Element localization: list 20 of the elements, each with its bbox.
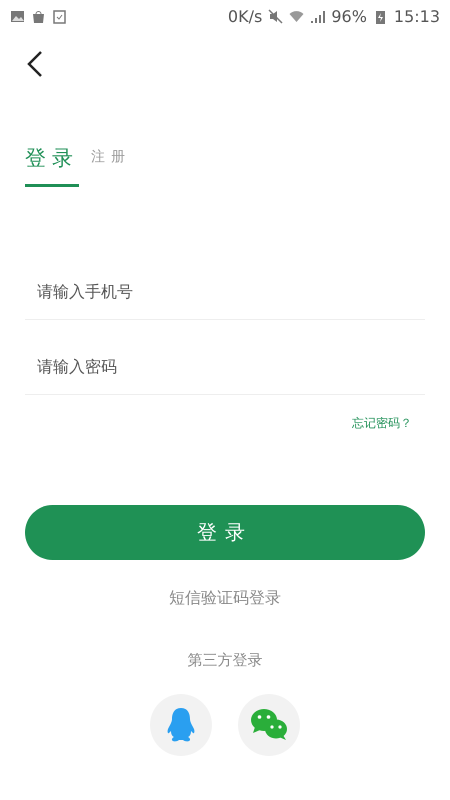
third-party-label: 第三方登录 (188, 651, 262, 670)
forgot-password-link[interactable]: 忘记密码？ (352, 415, 412, 432)
password-field[interactable]: 请输入密码 (25, 320, 425, 395)
signal-icon (310, 8, 326, 24)
chat-bubbles-icon (250, 708, 288, 742)
tab[interactable]: 注册 (91, 148, 131, 187)
back-icon[interactable] (26, 50, 44, 78)
image-icon (10, 8, 25, 24)
mute-icon (268, 8, 284, 24)
clipboard-icon (52, 8, 67, 24)
battery-percent: 96% (331, 6, 367, 26)
sms-login-link[interactable]: 短信验证码登录 (169, 588, 281, 609)
phone-field[interactable]: 请输入手机号 (25, 245, 425, 320)
clock: 15:13 (394, 6, 440, 26)
bag-icon (31, 8, 46, 24)
wifi-icon (289, 8, 304, 24)
login-button[interactable]: 登录 (25, 505, 425, 560)
penguin-icon (166, 707, 196, 743)
tab[interactable]: 登录 (25, 144, 79, 187)
network-speed: 0K/s (228, 6, 262, 26)
